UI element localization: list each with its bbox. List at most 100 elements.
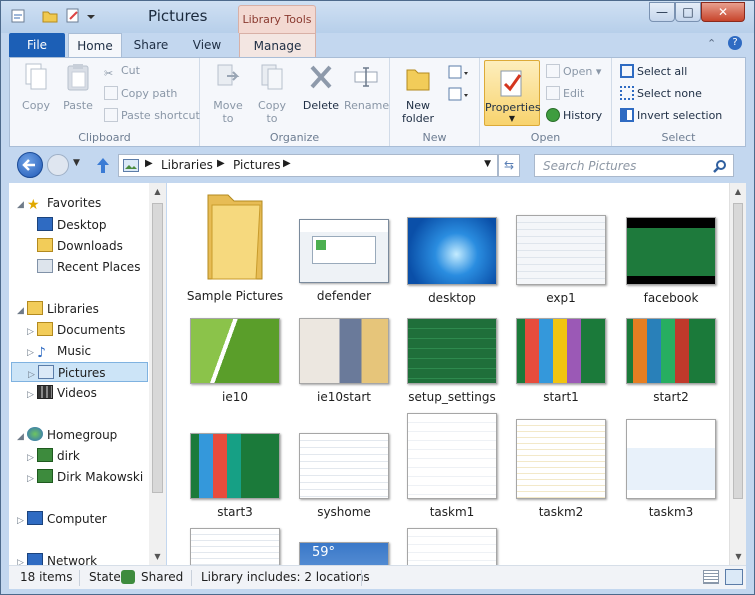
file-name: taskm2 <box>538 505 584 519</box>
thumbnail-image <box>190 433 280 499</box>
nav-documents[interactable]: ▷ Documents <box>27 320 125 340</box>
minimize-button[interactable]: — <box>649 2 675 22</box>
file-item[interactable]: start3 <box>180 431 290 519</box>
open-button[interactable]: Open ▾ <box>546 64 601 78</box>
new-item-icon[interactable] <box>448 64 470 82</box>
search-input[interactable]: Search Pictures <box>534 154 734 177</box>
close-button[interactable]: ✕ <box>701 2 745 22</box>
nav-recent-places[interactable]: Recent Places <box>37 257 140 277</box>
back-arrow-icon <box>22 159 35 171</box>
delete-button[interactable]: Delete <box>300 62 342 112</box>
address-bar[interactable]: ▶ Libraries ▶ Pictures ▶ ▼ <box>118 154 498 177</box>
nav-favorites[interactable]: ◢ ★ Favorites <box>17 193 101 213</box>
file-item[interactable]: taskm1 <box>397 411 507 519</box>
scroll-thumb[interactable] <box>152 203 163 493</box>
help-icon[interactable]: ? <box>728 36 742 50</box>
nav-pane-scrollbar[interactable]: ▲ ▼ <box>149 183 166 565</box>
tab-file[interactable]: File <box>9 33 65 57</box>
nav-pictures[interactable]: ▷ Pictures <box>11 362 148 382</box>
breadcrumb-libraries[interactable]: Libraries <box>161 158 213 172</box>
file-name: setup_settings <box>408 390 496 404</box>
move-to-button[interactable]: Move to <box>208 62 248 125</box>
properties-qat-icon[interactable] <box>9 7 27 25</box>
state-label: State: <box>89 570 125 584</box>
file-item[interactable]: desktop <box>397 191 507 305</box>
file-item[interactable]: ie10start <box>289 316 399 404</box>
forward-button[interactable] <box>47 154 69 176</box>
cut-button[interactable]: ✂ Cut <box>104 64 140 81</box>
tab-manage[interactable]: Manage <box>239 33 316 57</box>
file-list-scrollbar[interactable]: ▲ ▼ <box>729 183 746 565</box>
rename-label: Rename <box>344 99 390 112</box>
qat-dropdown-icon[interactable] <box>85 7 97 25</box>
file-item-partial[interactable] <box>180 526 290 565</box>
nav-homegroup[interactable]: ◢ Homegroup <box>17 425 117 445</box>
nav-downloads[interactable]: Downloads <box>37 236 123 256</box>
large-icons-view-icon[interactable] <box>725 569 743 585</box>
scroll-up-arrow-icon[interactable]: ▲ <box>149 183 166 200</box>
recent-places-icon <box>37 259 53 273</box>
copy-path-button[interactable]: Copy path <box>104 86 177 100</box>
documents-library-icon <box>37 322 53 336</box>
expand-arrow-icon: ▷ <box>27 390 34 400</box>
nav-favorites-label: Favorites <box>47 196 102 210</box>
nav-dirk-makowski[interactable]: ▷ Dirk Makowski <box>27 467 143 487</box>
breadcrumb-pictures[interactable]: Pictures <box>233 158 281 172</box>
recent-locations-dropdown-icon[interactable]: ▼ <box>73 158 80 168</box>
tab-view[interactable]: View <box>185 33 229 57</box>
up-arrow-icon[interactable] <box>95 156 111 174</box>
file-item[interactable]: start1 <box>506 316 616 404</box>
paste-label: Paste <box>63 99 93 112</box>
file-item[interactable]: taskm3 <box>616 417 726 519</box>
file-item[interactable]: exp1 <box>506 191 616 305</box>
nav-libraries[interactable]: ◢ Libraries <box>17 299 99 319</box>
address-dropdown-icon[interactable]: ▼ <box>484 159 491 169</box>
minimize-ribbon-icon[interactable]: ⌃ <box>707 37 716 50</box>
new-folder-qat-icon[interactable] <box>41 7 59 25</box>
file-item[interactable]: ie10 <box>180 316 290 404</box>
file-item[interactable]: Sample Pictures <box>180 191 290 303</box>
back-button[interactable] <box>17 152 43 178</box>
collapse-arrow-icon: ◢ <box>17 432 24 442</box>
customize-qat-icon[interactable] <box>64 7 82 25</box>
file-item[interactable]: taskm2 <box>506 417 616 519</box>
select-group-label: Select <box>661 131 696 144</box>
tab-home[interactable]: Home <box>68 33 122 57</box>
invert-selection-button[interactable]: Invert selection <box>620 108 722 122</box>
file-item[interactable]: facebook <box>616 191 726 305</box>
paste-button[interactable]: Paste <box>58 62 98 112</box>
maximize-button[interactable]: □ <box>675 2 701 22</box>
details-view-icon[interactable] <box>703 570 719 584</box>
nav-desktop[interactable]: Desktop <box>37 215 107 235</box>
nav-videos[interactable]: ▷ Videos <box>27 383 97 403</box>
nav-downloads-label: Downloads <box>57 239 123 253</box>
nav-computer[interactable]: ▷ Computer <box>17 509 107 529</box>
file-item[interactable]: defender <box>289 191 399 303</box>
history-button[interactable]: History <box>546 108 602 122</box>
refresh-button[interactable]: ⇆ <box>498 154 520 177</box>
cut-label: Cut <box>121 64 140 77</box>
select-all-button[interactable]: Select all <box>620 64 687 78</box>
nav-dirk[interactable]: ▷ dirk <box>27 446 80 466</box>
copy-to-button[interactable]: Copy to <box>252 62 292 125</box>
copy-button[interactable]: Copy <box>16 62 56 112</box>
properties-button[interactable]: Properties ▼ <box>484 60 541 126</box>
file-item-partial[interactable] <box>397 526 507 565</box>
scroll-down-arrow-icon[interactable]: ▼ <box>730 548 746 565</box>
scroll-up-arrow-icon[interactable]: ▲ <box>730 183 746 200</box>
rename-button[interactable]: Rename <box>344 62 390 112</box>
file-item[interactable]: start2 <box>616 316 726 404</box>
file-item[interactable]: setup_settings <box>397 316 507 404</box>
scroll-thumb[interactable] <box>733 203 743 499</box>
scroll-down-arrow-icon[interactable]: ▼ <box>149 548 166 565</box>
thumbnail-image <box>299 219 389 283</box>
file-item-partial[interactable]: 59° <box>289 540 399 565</box>
paste-shortcut-button[interactable]: Paste shortcut <box>104 108 200 122</box>
nav-music[interactable]: ▷ ♪ Music <box>27 341 91 361</box>
edit-button[interactable]: Edit <box>546 86 584 100</box>
new-folder-button[interactable]: New folder <box>396 62 440 125</box>
tab-share[interactable]: Share <box>129 33 173 57</box>
select-none-button[interactable]: Select none <box>620 86 702 100</box>
easy-access-icon[interactable] <box>448 86 470 104</box>
file-item[interactable]: syshome <box>289 431 399 519</box>
